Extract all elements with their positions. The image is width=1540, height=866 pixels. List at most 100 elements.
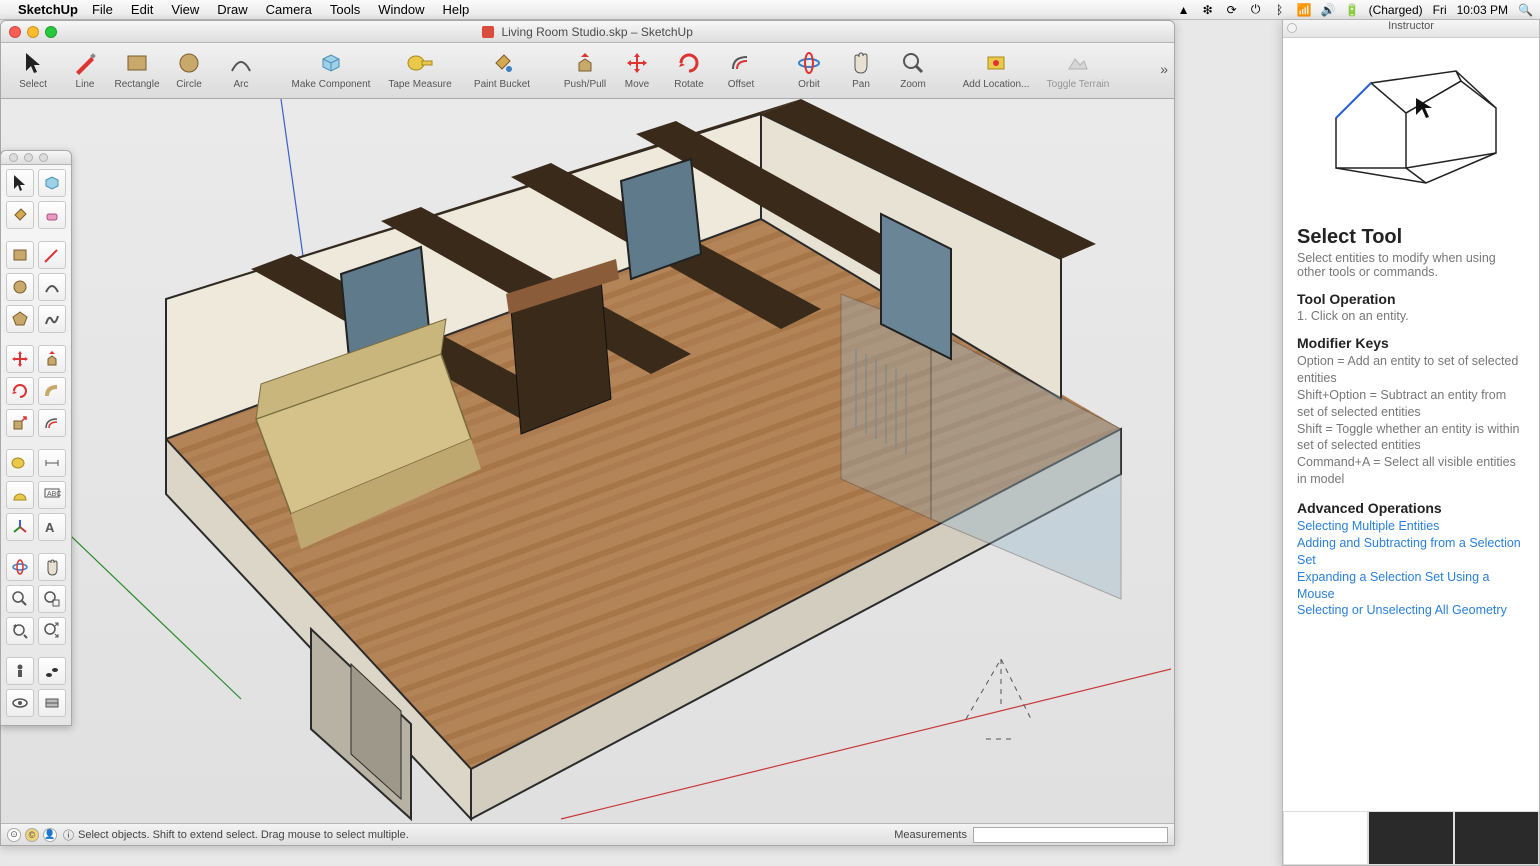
palette-zoom-button[interactable] [39,153,48,162]
palette-select-button[interactable] [6,169,34,197]
orbit-button[interactable]: Orbit [783,47,835,90]
status-credits-icon[interactable]: © [25,828,39,842]
measurements-label: Measurements [894,829,967,841]
rectangle-tool-button[interactable]: Rectangle [111,47,163,90]
select-tool-button[interactable]: Select [7,47,59,90]
modifier-keys-list: Option = Add an entity to set of selecte… [1297,353,1525,488]
palette-orbit-button[interactable] [6,553,34,581]
add-location-button[interactable]: Add Location... [955,47,1037,90]
palette-section-plane-button[interactable] [38,689,66,717]
tape-measure-button[interactable]: Tape Measure [379,47,461,90]
menu-draw[interactable]: Draw [217,2,247,17]
spotlight-icon[interactable]: 🔍 [1518,3,1532,17]
zoom-window-button[interactable] [45,26,57,38]
palette-zoom-previous-button[interactable] [6,617,34,645]
palette-titlebar[interactable] [1,151,71,165]
tape-measure-icon [406,49,434,77]
menu-help[interactable]: Help [442,2,469,17]
model-viewport[interactable] [1,99,1174,823]
menu-tools[interactable]: Tools [330,2,360,17]
palette-freehand-button[interactable] [38,305,66,333]
orbit-icon [795,49,823,77]
bluetooth-icon[interactable]: ᛒ [1273,3,1287,17]
palette-zoom-button[interactable] [6,585,34,613]
status-geolocation-icon[interactable]: ⊙ [7,828,21,842]
toggle-terrain-button[interactable]: Toggle Terrain [1037,47,1119,90]
palette-move-button[interactable] [6,345,34,373]
palette-axes-button[interactable] [6,513,34,541]
status-user-icon[interactable]: 👤 [43,828,57,842]
palette-walk-button[interactable] [38,657,66,685]
push-pull-button[interactable]: Push/Pull [559,47,611,90]
palette-paint-bucket-button[interactable] [6,201,34,229]
circle-icon [175,49,203,77]
line-tool-button[interactable]: Line [59,47,111,90]
make-component-button[interactable]: Make Component [283,47,379,90]
clock-day[interactable]: Fri [1433,3,1447,17]
menu-file[interactable]: File [92,2,113,17]
palette-eraser-button[interactable] [38,201,66,229]
move-button[interactable]: Move [611,47,663,90]
volume-icon[interactable]: 🔊 [1321,3,1335,17]
palette-dimension-button[interactable] [38,449,66,477]
palette-arc-button[interactable] [38,273,66,301]
app-title[interactable]: SketchUp [18,2,78,17]
palette-protractor-button[interactable] [6,481,34,509]
offset-button[interactable]: Offset [715,47,767,90]
palette-rotate-button[interactable] [6,377,34,405]
menu-view[interactable]: View [171,2,199,17]
palette-zoom-window-button[interactable] [38,585,66,613]
timemachine-icon[interactable]: ⟳ [1225,3,1239,17]
instructor-body: Select Tool Select entities to modify wh… [1283,218,1539,619]
zoom-button[interactable]: Zoom [887,47,939,90]
adv-link-select-all[interactable]: Selecting or Unselecting All Geometry [1297,602,1525,619]
document-titlebar[interactable]: Living Room Studio.skp – SketchUp [1,21,1174,43]
palette-circle-button[interactable] [6,273,34,301]
menu-edit[interactable]: Edit [131,2,153,17]
palette-offset-button[interactable] [38,409,66,437]
menu-window[interactable]: Window [378,2,424,17]
sync-icon[interactable]: ❇︎ [1201,3,1215,17]
adv-link-multiple-entities[interactable]: Selecting Multiple Entities [1297,518,1525,535]
palette-follow-me-button[interactable] [38,377,66,405]
palette-scale-button[interactable] [6,409,34,437]
palette-position-camera-button[interactable] [6,657,34,685]
palette-make-component-button[interactable] [38,169,66,197]
palette-tape-measure-button[interactable] [6,449,34,477]
document-window: Living Room Studio.skp – SketchUp Select… [0,20,1175,846]
palette-line-button[interactable] [38,241,66,269]
svg-text:ABC: ABC [47,491,61,498]
toolbar-overflow-icon[interactable]: » [1160,61,1168,77]
menu-camera[interactable]: Camera [266,2,312,17]
help-icon[interactable]: ⓘ [63,827,74,843]
palette-text-button[interactable]: ABC [38,481,66,509]
adv-link-expand-mouse[interactable]: Expanding a Selection Set Using a Mouse [1297,569,1525,603]
palette-rectangle-button[interactable] [6,241,34,269]
close-window-button[interactable] [9,26,21,38]
arc-tool-button[interactable]: Arc [215,47,267,90]
palette-look-around-button[interactable] [6,689,34,717]
palette-3d-text-button[interactable]: A [38,513,66,541]
palette-pan-button[interactable] [38,553,66,581]
measurements-input[interactable] [973,827,1168,843]
push-pull-icon [571,49,599,77]
instructor-close-button[interactable] [1287,23,1297,33]
power-icon[interactable]: ⏻ [1249,2,1263,17]
circle-tool-button[interactable]: Circle [163,47,215,90]
instructor-titlebar[interactable]: Instructor [1283,20,1539,38]
battery-icon[interactable]: 🔋 [1345,3,1359,17]
pan-button[interactable]: Pan [835,47,887,90]
rotate-button[interactable]: Rotate [663,47,715,90]
paint-bucket-button[interactable]: Paint Bucket [461,47,543,90]
wifi-icon[interactable]: 📶 [1297,3,1311,17]
palette-polygon-button[interactable] [6,305,34,333]
clock-time[interactable]: 10:03 PM [1457,3,1508,17]
move-icon [623,49,651,77]
minimize-window-button[interactable] [27,26,39,38]
palette-minimize-button[interactable] [24,153,33,162]
palette-push-pull-button[interactable] [38,345,66,373]
adv-link-add-subtract[interactable]: Adding and Subtracting from a Selection … [1297,535,1525,569]
palette-close-button[interactable] [9,153,18,162]
palette-zoom-extents-button[interactable] [38,617,66,645]
gdrive-icon[interactable]: ▲ [1177,3,1191,17]
